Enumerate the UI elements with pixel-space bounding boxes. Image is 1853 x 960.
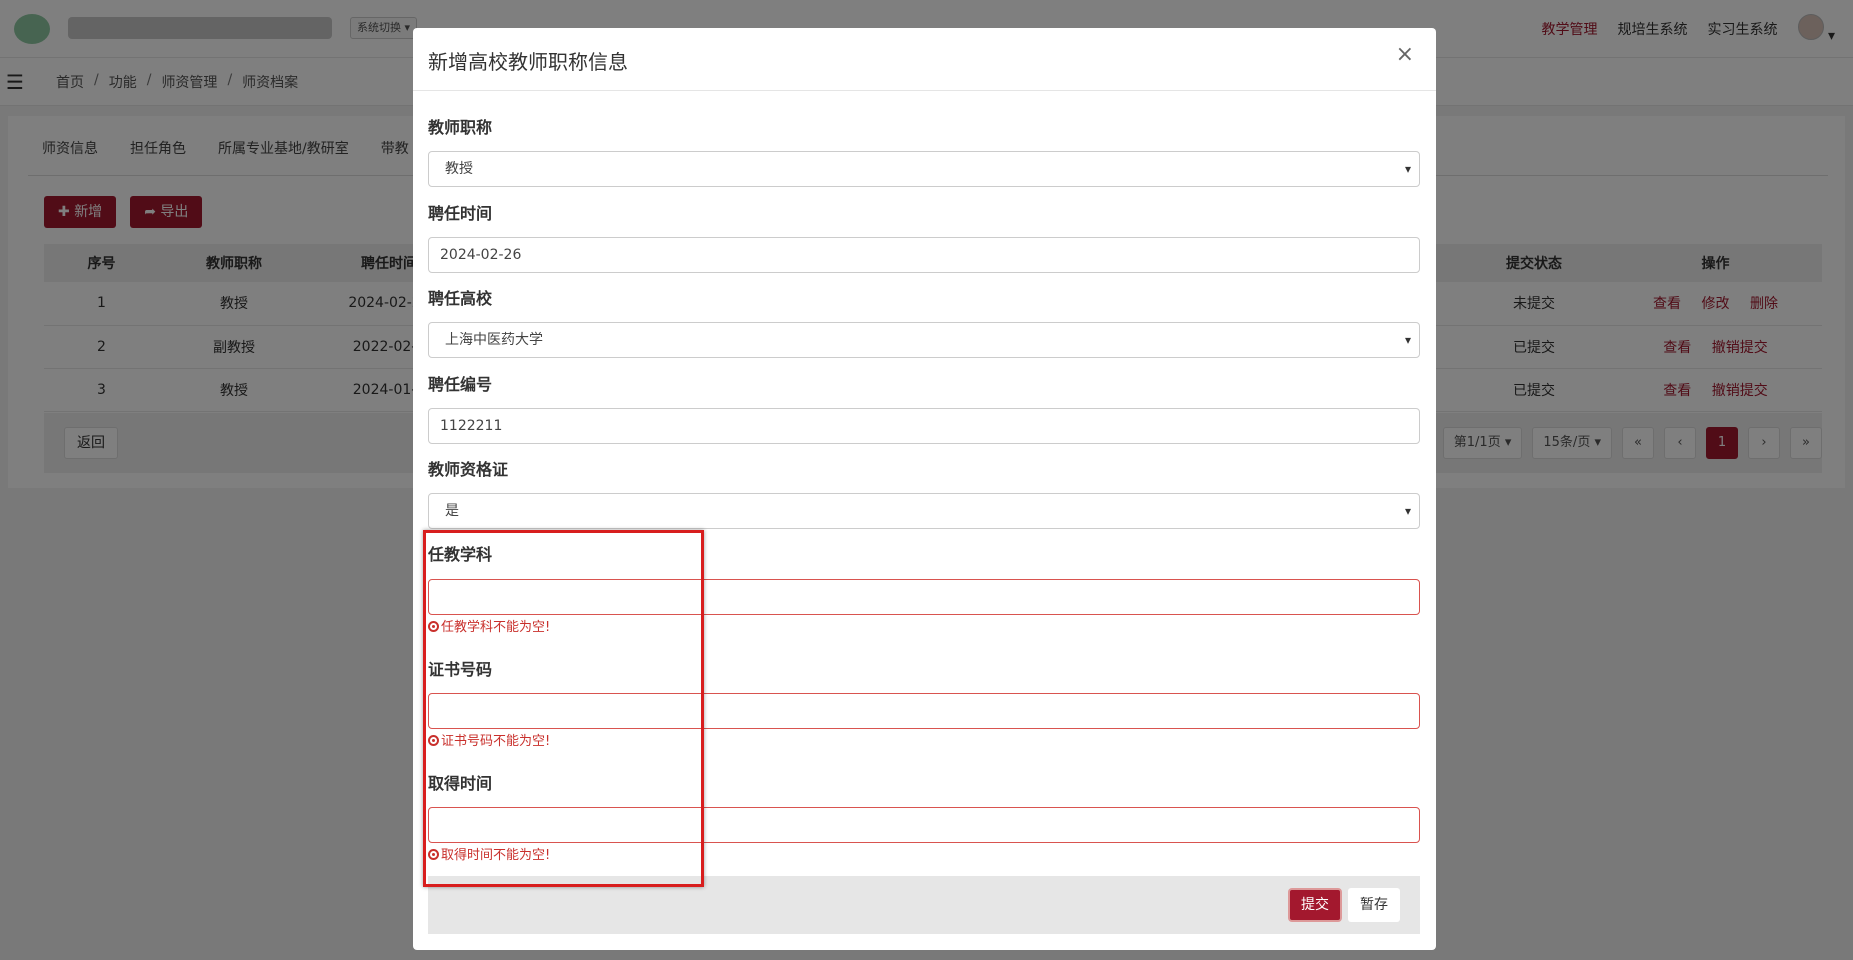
close-icon[interactable]: ×: [1396, 42, 1414, 67]
annotation-highlight-box: [423, 530, 704, 887]
modal-title: 新增高校教师职称信息: [428, 50, 628, 74]
appoint-date-input[interactable]: 2024-02-26: [428, 237, 1420, 273]
save-draft-button[interactable]: 暂存: [1348, 888, 1400, 922]
submit-button[interactable]: 提交: [1288, 888, 1342, 922]
university-select[interactable]: 上海中医药大学 ▾: [428, 322, 1420, 358]
certificate-label: 教师资格证: [428, 460, 509, 479]
chevron-down-icon: ▾: [1404, 504, 1411, 518]
modal-header: 新增高校教师职称信息 ×: [413, 28, 1436, 91]
appoint-no-label: 聘任编号: [428, 375, 493, 394]
chevron-down-icon: ▾: [1404, 162, 1411, 176]
appoint-no-input[interactable]: 1122211: [428, 408, 1420, 444]
university-label: 聘任高校: [428, 289, 493, 308]
teacher-title-select[interactable]: 教授 ▾: [428, 151, 1420, 187]
teacher-title-label: 教师职称: [428, 118, 493, 137]
certificate-select[interactable]: 是 ▾: [428, 493, 1420, 529]
chevron-down-icon: ▾: [1404, 333, 1411, 347]
appoint-date-label: 聘任时间: [428, 204, 493, 223]
